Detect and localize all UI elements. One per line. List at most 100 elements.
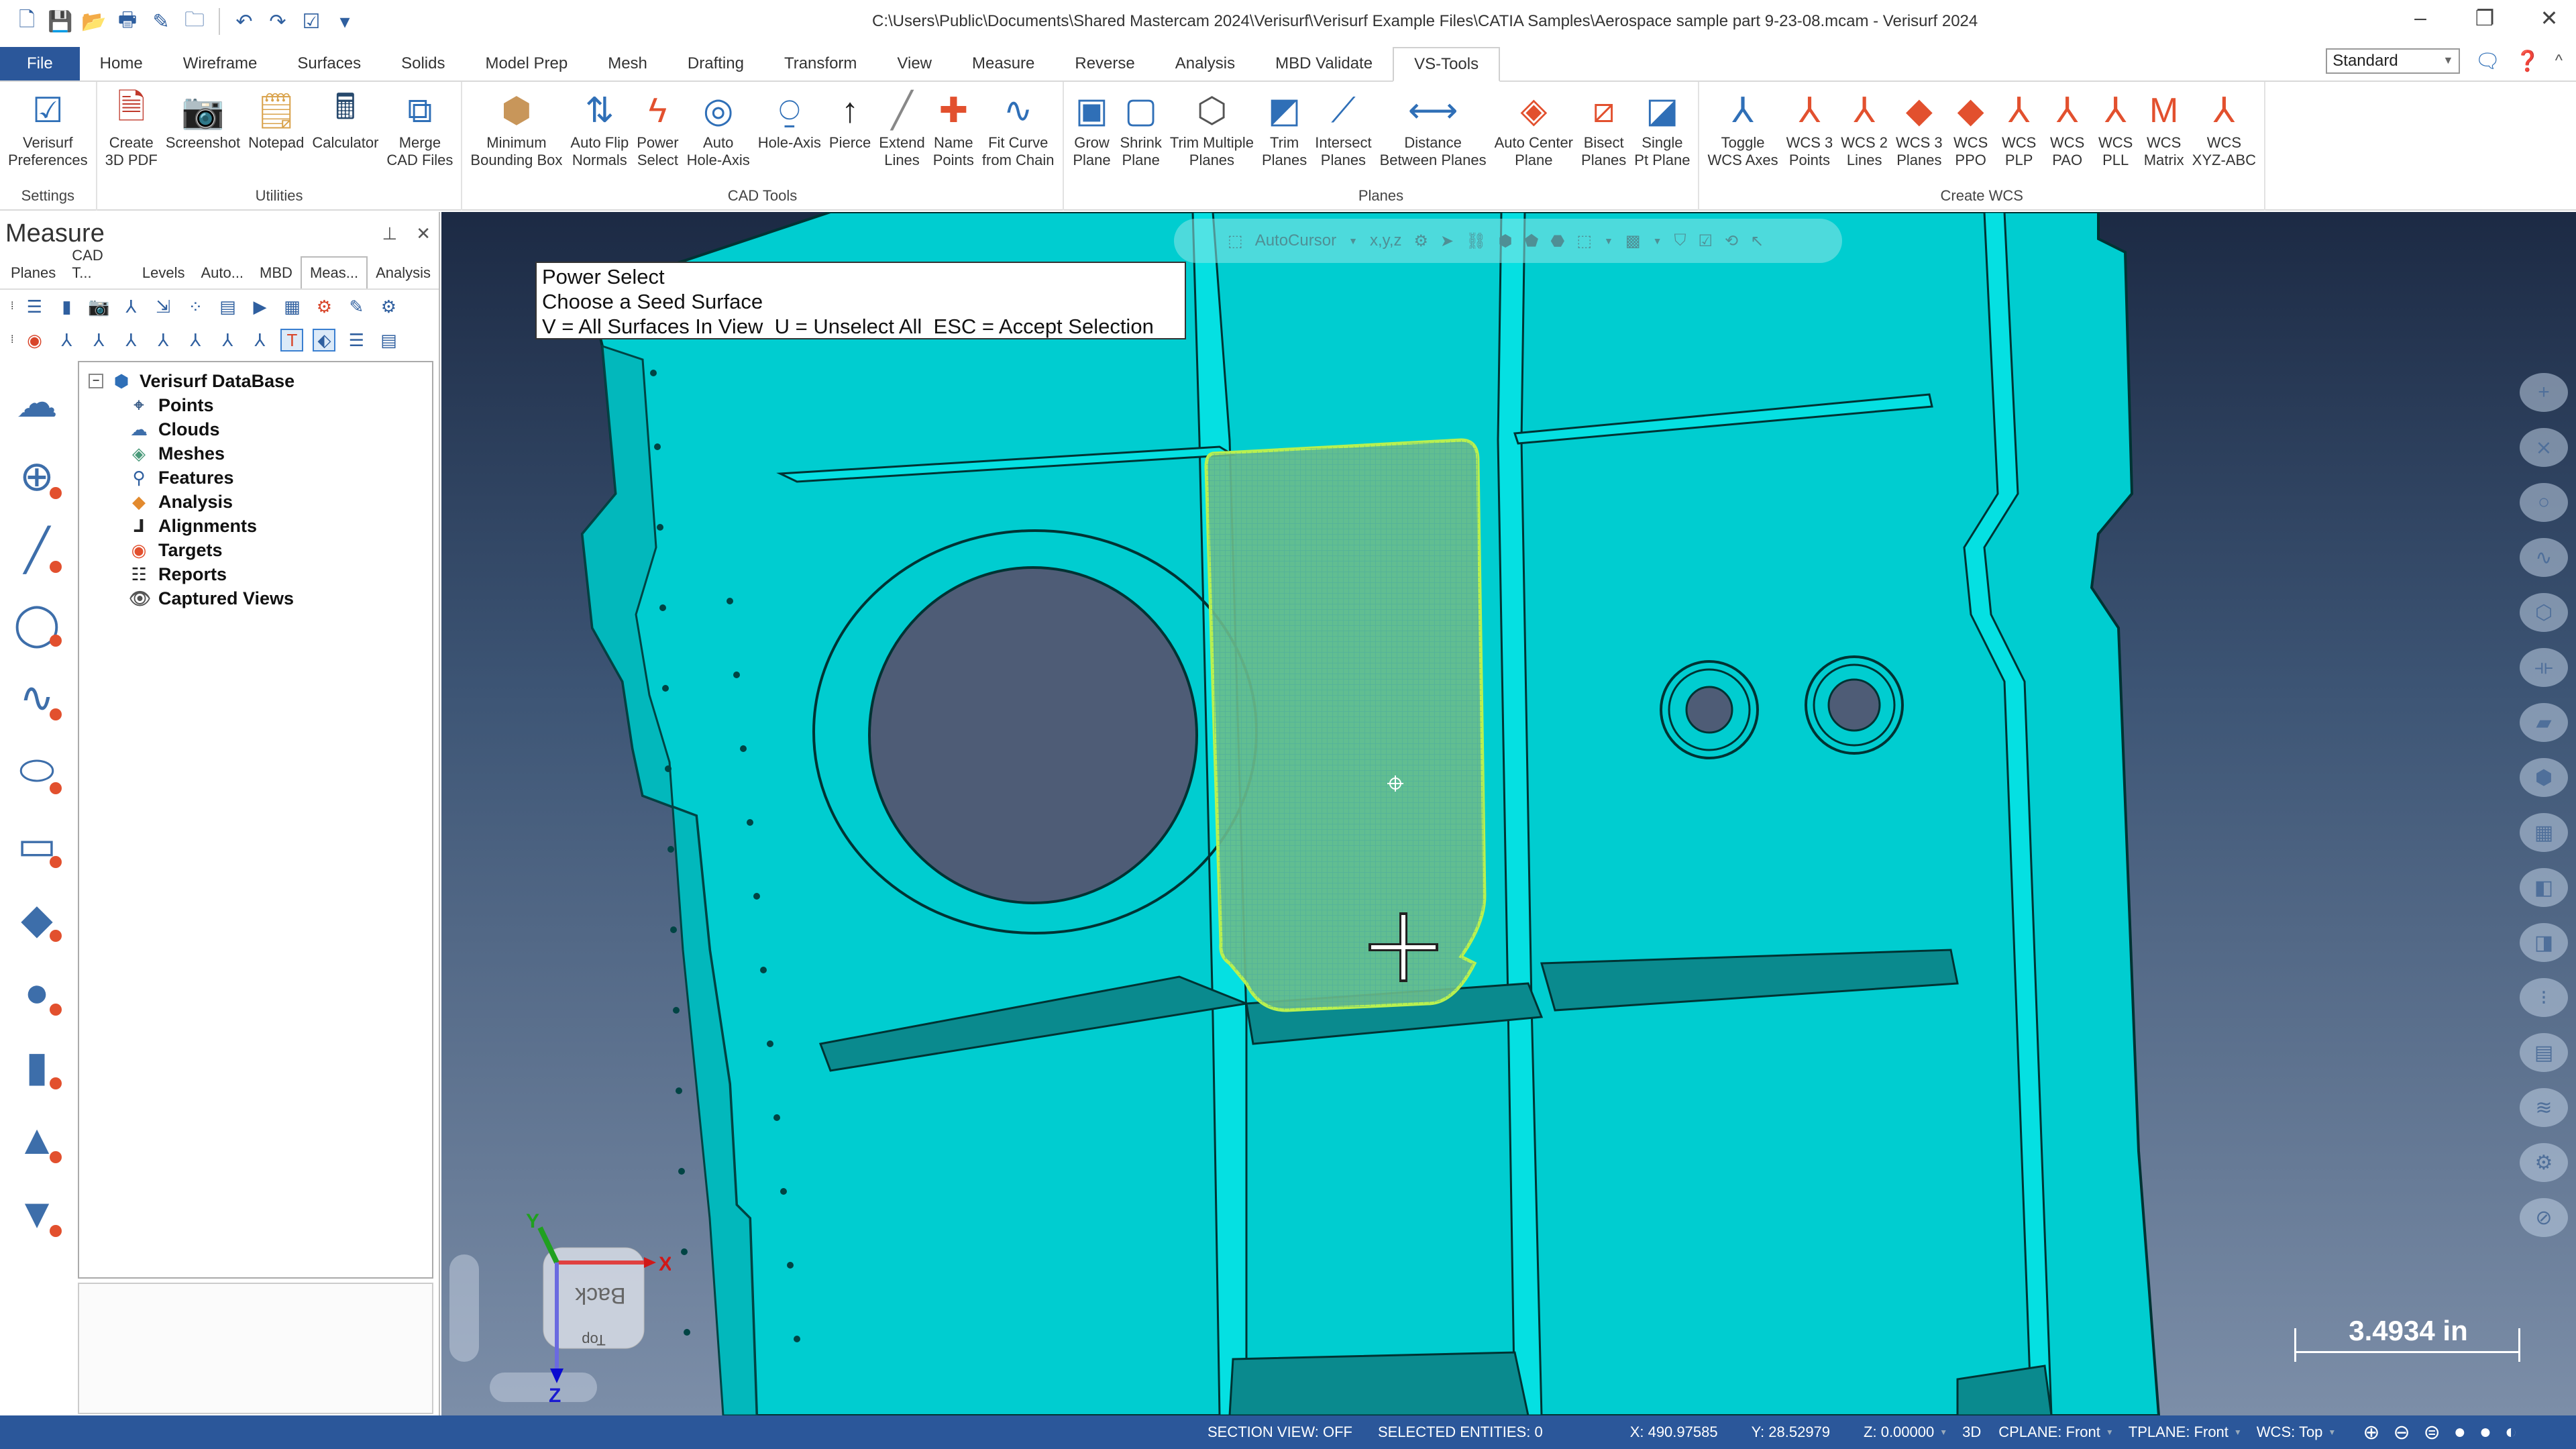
view-cube[interactable]: Back Top X Y Z bbox=[510, 1201, 672, 1407]
extend-lines-button[interactable]: ╱ Extend Lines bbox=[875, 87, 929, 184]
chevron-down-icon[interactable]: ▼ bbox=[2234, 1428, 2242, 1437]
tab-measure[interactable]: Measure bbox=[952, 47, 1055, 80]
camera-icon[interactable]: 📷 bbox=[87, 295, 110, 318]
toolbar-grip[interactable]: ⁞ bbox=[11, 334, 13, 346]
view-mode-toggle[interactable]: 3D bbox=[1962, 1424, 1981, 1441]
close-button[interactable]: ✕ bbox=[2536, 5, 2563, 31]
tab-solids[interactable]: Solids bbox=[381, 47, 465, 80]
merge-cad-files-button[interactable]: ⧉ Merge CAD Files bbox=[382, 87, 457, 184]
wcs-matrix-button[interactable]: M WCS Matrix bbox=[2140, 87, 2188, 184]
levels-blue-icon[interactable]: ◧ bbox=[2520, 868, 2568, 907]
vertical-pan-control[interactable] bbox=[449, 1254, 479, 1362]
report-icon[interactable]: ▦ bbox=[280, 295, 303, 318]
customize-qat-icon[interactable]: ▾ bbox=[333, 8, 357, 35]
wcs-3-points-button[interactable]: ⅄ WCS 3 Points bbox=[1782, 87, 1837, 184]
tree-item-reports[interactable]: ☷ Reports bbox=[89, 562, 432, 586]
style-select[interactable]: Standard ▼ bbox=[2326, 48, 2461, 74]
help-icon[interactable]: ❓ bbox=[2515, 50, 2540, 73]
align-box-icon[interactable]: ⅄ bbox=[216, 329, 239, 352]
panel-close-icon[interactable]: ✕ bbox=[416, 223, 431, 244]
power-select-button[interactable]: ϟ Power Select bbox=[633, 87, 682, 184]
curve-measure-tool[interactable]: ∿ bbox=[0, 660, 74, 734]
new-file-icon[interactable]: 🗋 bbox=[15, 8, 39, 35]
chevron-down-icon[interactable]: ▼ bbox=[1939, 1428, 1947, 1437]
save-as-icon[interactable]: ✎ bbox=[149, 8, 173, 35]
undo-icon[interactable]: ↶ bbox=[232, 8, 256, 35]
cloud-measure-tool[interactable]: ☁ bbox=[0, 365, 74, 439]
verisurf-preferences-button[interactable]: ☑ Verisurf Preferences bbox=[4, 87, 92, 184]
import-icon[interactable]: ⇲ bbox=[152, 295, 174, 318]
circle-nav-icon[interactable]: ○ bbox=[2520, 483, 2568, 522]
tree-item-points[interactable]: ⌖ Points bbox=[89, 393, 432, 417]
grid-nav-icon[interactable]: ▤ bbox=[2520, 1033, 2568, 1072]
shrink-plane-button[interactable]: ▢ Shrink Plane bbox=[1116, 87, 1166, 184]
spline-nav-icon[interactable]: ∿ bbox=[2520, 538, 2568, 577]
checklist-icon[interactable]: ☑ bbox=[299, 8, 323, 35]
tag-icon[interactable]: ⬖ bbox=[313, 329, 336, 352]
cylinder-measure-tool[interactable]: ▮ bbox=[0, 1029, 74, 1103]
surface-nav-icon[interactable]: ▰ bbox=[2520, 703, 2568, 742]
shaded-sphere-icon[interactable]: ● bbox=[2454, 1421, 2466, 1444]
chevron-down-icon[interactable]: ▼ bbox=[2106, 1428, 2114, 1437]
cancel-nav-icon[interactable]: ⊘ bbox=[2520, 1198, 2568, 1237]
slot-measure-tool[interactable]: ▭ bbox=[0, 808, 74, 881]
ellipse-measure-tool[interactable]: ⬭ bbox=[0, 734, 74, 808]
device-settings-icon[interactable]: ⚙ bbox=[377, 295, 400, 318]
align-wcs-icon[interactable]: ⅄ bbox=[248, 329, 271, 352]
clear-select-icon[interactable]: ↖ bbox=[1750, 231, 1764, 251]
tree-item-clouds[interactable]: ☁ Clouds bbox=[89, 417, 432, 441]
tab-model-prep[interactable]: Model Prep bbox=[465, 47, 588, 80]
invert-select-icon[interactable]: ⟲ bbox=[1725, 231, 1738, 251]
toggle-wcs-axes-button[interactable]: ⅄ Toggle WCS Axes bbox=[1703, 87, 1782, 184]
cone-measure-tool[interactable]: ▲ bbox=[0, 1103, 74, 1177]
wireframe-box-icon[interactable]: ⬡ bbox=[2520, 593, 2568, 632]
single-pt-plane-button[interactable]: ◪ Single Pt Plane bbox=[1630, 87, 1694, 184]
list-icon[interactable]: ▤ bbox=[216, 295, 239, 318]
shaded-box-icon[interactable]: ▦ bbox=[2520, 813, 2568, 852]
tree-item-meshes[interactable]: ◈ Meshes bbox=[89, 441, 432, 466]
panel-tab-mbd[interactable]: MBD bbox=[252, 258, 301, 288]
align-points-icon[interactable]: ⅄ bbox=[87, 329, 110, 352]
hole-axis-button[interactable]: ⍜ Hole-Axis bbox=[754, 87, 825, 184]
wcs-3-planes-button[interactable]: ◆ WCS 3 Planes bbox=[1892, 87, 1947, 184]
hidden-line-globe-icon[interactable]: ⊜ bbox=[2424, 1421, 2440, 1444]
levels-red-icon[interactable]: ◨ bbox=[2520, 923, 2568, 962]
tab-wireframe[interactable]: Wireframe bbox=[163, 47, 278, 80]
tree-item-targets[interactable]: ◉ Targets bbox=[89, 538, 432, 562]
sphere-measure-tool[interactable]: ● bbox=[0, 955, 74, 1029]
notepad-button[interactable]: 🗒 Notepad bbox=[244, 87, 308, 184]
shaded-edges-sphere-icon[interactable]: ● bbox=[2479, 1421, 2491, 1444]
layers-nav-icon[interactable]: ≋ bbox=[2520, 1088, 2568, 1127]
wcs-selector[interactable]: WCS: Top bbox=[2257, 1424, 2323, 1441]
hidden-globe-icon[interactable]: ⊖ bbox=[2393, 1421, 2410, 1444]
bisect-planes-button[interactable]: ⧄ Bisect Planes bbox=[1577, 87, 1630, 184]
settings-nav-icon[interactable]: ⚙ bbox=[2520, 1143, 2568, 1182]
select-face-icon[interactable]: ⬟ bbox=[1525, 231, 1539, 251]
line-measure-tool[interactable]: ╱ bbox=[0, 513, 74, 586]
axes-icon[interactable]: ⅄ bbox=[119, 295, 142, 318]
cad-model[interactable] bbox=[441, 212, 2576, 1415]
select-solid-icon[interactable]: ⬢ bbox=[1499, 231, 1513, 251]
tab-home[interactable]: Home bbox=[80, 47, 163, 80]
create-3d-pdf-button[interactable]: 🗎 Create 3D PDF bbox=[101, 87, 162, 184]
intersect-planes-button[interactable]: ⟋ Intersect Planes bbox=[1311, 87, 1375, 184]
circle-measure-tool[interactable]: ◯ bbox=[0, 586, 74, 660]
verify-select-icon[interactable]: ⛉ bbox=[1674, 231, 1686, 250]
wcs-pao-button[interactable]: ⅄ WCS PAO bbox=[2043, 87, 2092, 184]
wcs-ppo-button[interactable]: ◆ WCS PPO bbox=[1947, 87, 1995, 184]
feedback-icon[interactable]: 🗨 bbox=[2475, 50, 2500, 73]
line-nav-icon[interactable]: ⨯ bbox=[2520, 428, 2568, 467]
tplane-selector[interactable]: TPLANE: Front bbox=[2129, 1424, 2229, 1441]
graphics-viewport[interactable]: Back Top X Y Z + ⨯ ○ ∿ ⬡ ⟛ ▰ ⬢ ▦ ◧ ◨ ⁝ ▤ ≋ ⚙ ⊘ 3.4934 i… bbox=[441, 212, 2576, 1415]
select-body-icon[interactable]: ⬣ bbox=[1550, 231, 1564, 251]
tree-root[interactable]: − ⬢ Verisurf DataBase bbox=[89, 369, 432, 393]
z-coordinate[interactable]: Z: 0.00000 bbox=[1864, 1424, 1934, 1441]
robot-arm-icon[interactable]: T bbox=[280, 329, 304, 352]
point-import-icon[interactable]: ⁘ bbox=[184, 295, 207, 318]
chevron-down-icon[interactable]: ▼ bbox=[2328, 1428, 2336, 1437]
panel-tab-analysis[interactable]: Analysis bbox=[368, 258, 439, 288]
panel-tab-meas[interactable]: Meas... bbox=[300, 256, 368, 288]
wcs-xyz-abc-button[interactable]: ⅄ WCS XYZ-ABC bbox=[2188, 87, 2260, 184]
distance-between-planes-button[interactable]: ⟷ Distance Between Planes bbox=[1376, 87, 1491, 184]
auto-flip-normals-button[interactable]: ⇅ Auto Flip Normals bbox=[566, 87, 633, 184]
